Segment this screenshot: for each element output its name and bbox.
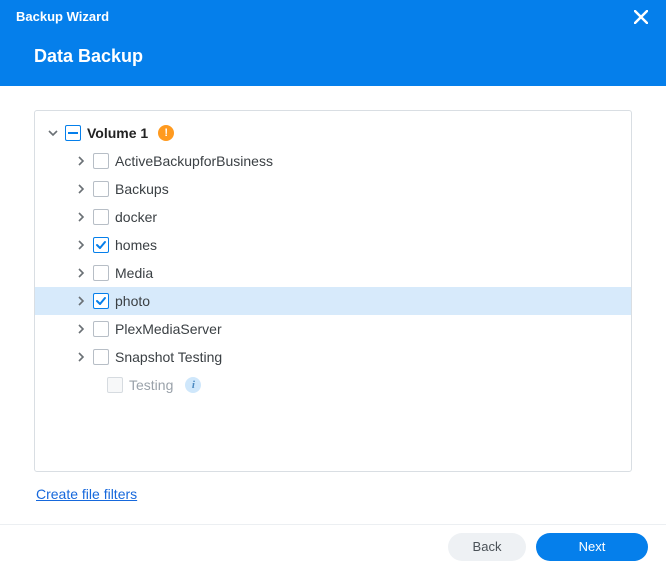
- checkbox[interactable]: [93, 181, 109, 197]
- caret-right-icon[interactable]: [75, 267, 87, 279]
- tree-item[interactable]: PlexMediaServer: [35, 315, 631, 343]
- tree-item[interactable]: Backups: [35, 175, 631, 203]
- close-icon: [634, 10, 648, 24]
- tree-item-disabled: Testing i: [35, 371, 631, 399]
- tree-item-label: photo: [115, 293, 150, 309]
- warning-icon: !: [158, 125, 174, 141]
- create-file-filters-link[interactable]: Create file filters: [36, 486, 137, 502]
- caret-right-icon[interactable]: [75, 295, 87, 307]
- tree-item-label: Backups: [115, 181, 169, 197]
- checkbox[interactable]: [93, 237, 109, 253]
- close-button[interactable]: [632, 8, 650, 26]
- tree-item-label: PlexMediaServer: [115, 321, 222, 337]
- checkbox[interactable]: [93, 321, 109, 337]
- tree-item-label: Testing: [129, 377, 173, 393]
- tree-item[interactable]: ActiveBackupforBusiness: [35, 147, 631, 175]
- back-button[interactable]: Back: [448, 533, 526, 561]
- caret-right-icon[interactable]: [75, 351, 87, 363]
- tree-item-label: Media: [115, 265, 153, 281]
- wizard-header: Backup Wizard Data Backup: [0, 0, 666, 86]
- tree-item[interactable]: photo: [35, 287, 631, 315]
- caret-down-icon[interactable]: [47, 127, 59, 139]
- tree-root-label: Volume 1: [87, 125, 148, 141]
- checkbox[interactable]: [93, 293, 109, 309]
- tree-item[interactable]: Snapshot Testing: [35, 343, 631, 371]
- caret-right-icon[interactable]: [75, 239, 87, 251]
- tree-item[interactable]: docker: [35, 203, 631, 231]
- checkbox[interactable]: [93, 349, 109, 365]
- wizard-footer: Back Next: [0, 524, 666, 568]
- tree-item-label: Snapshot Testing: [115, 349, 222, 365]
- checkbox-disabled: [107, 377, 123, 393]
- tree-item-label: docker: [115, 209, 157, 225]
- checkbox[interactable]: [93, 265, 109, 281]
- tree-item-label: homes: [115, 237, 157, 253]
- caret-right-icon[interactable]: [75, 211, 87, 223]
- next-button[interactable]: Next: [536, 533, 648, 561]
- caret-right-icon[interactable]: [75, 155, 87, 167]
- checkbox[interactable]: [93, 153, 109, 169]
- folder-tree: Volume 1 ! ActiveBackupforBusiness Backup…: [34, 110, 632, 472]
- tree-item[interactable]: Media: [35, 259, 631, 287]
- tree-root-volume[interactable]: Volume 1 !: [35, 119, 631, 147]
- checkbox-indeterminate[interactable]: [65, 125, 81, 141]
- tree-item-label: ActiveBackupforBusiness: [115, 153, 273, 169]
- info-icon[interactable]: i: [185, 377, 201, 393]
- wizard-body: Volume 1 ! ActiveBackupforBusiness Backup…: [0, 86, 666, 502]
- checkbox[interactable]: [93, 209, 109, 225]
- caret-right-icon[interactable]: [75, 183, 87, 195]
- wizard-title: Backup Wizard: [16, 0, 650, 24]
- tree-item[interactable]: homes: [35, 231, 631, 259]
- wizard-step-title: Data Backup: [16, 24, 650, 67]
- filters-link-row: Create file filters: [34, 472, 632, 502]
- caret-right-icon[interactable]: [75, 323, 87, 335]
